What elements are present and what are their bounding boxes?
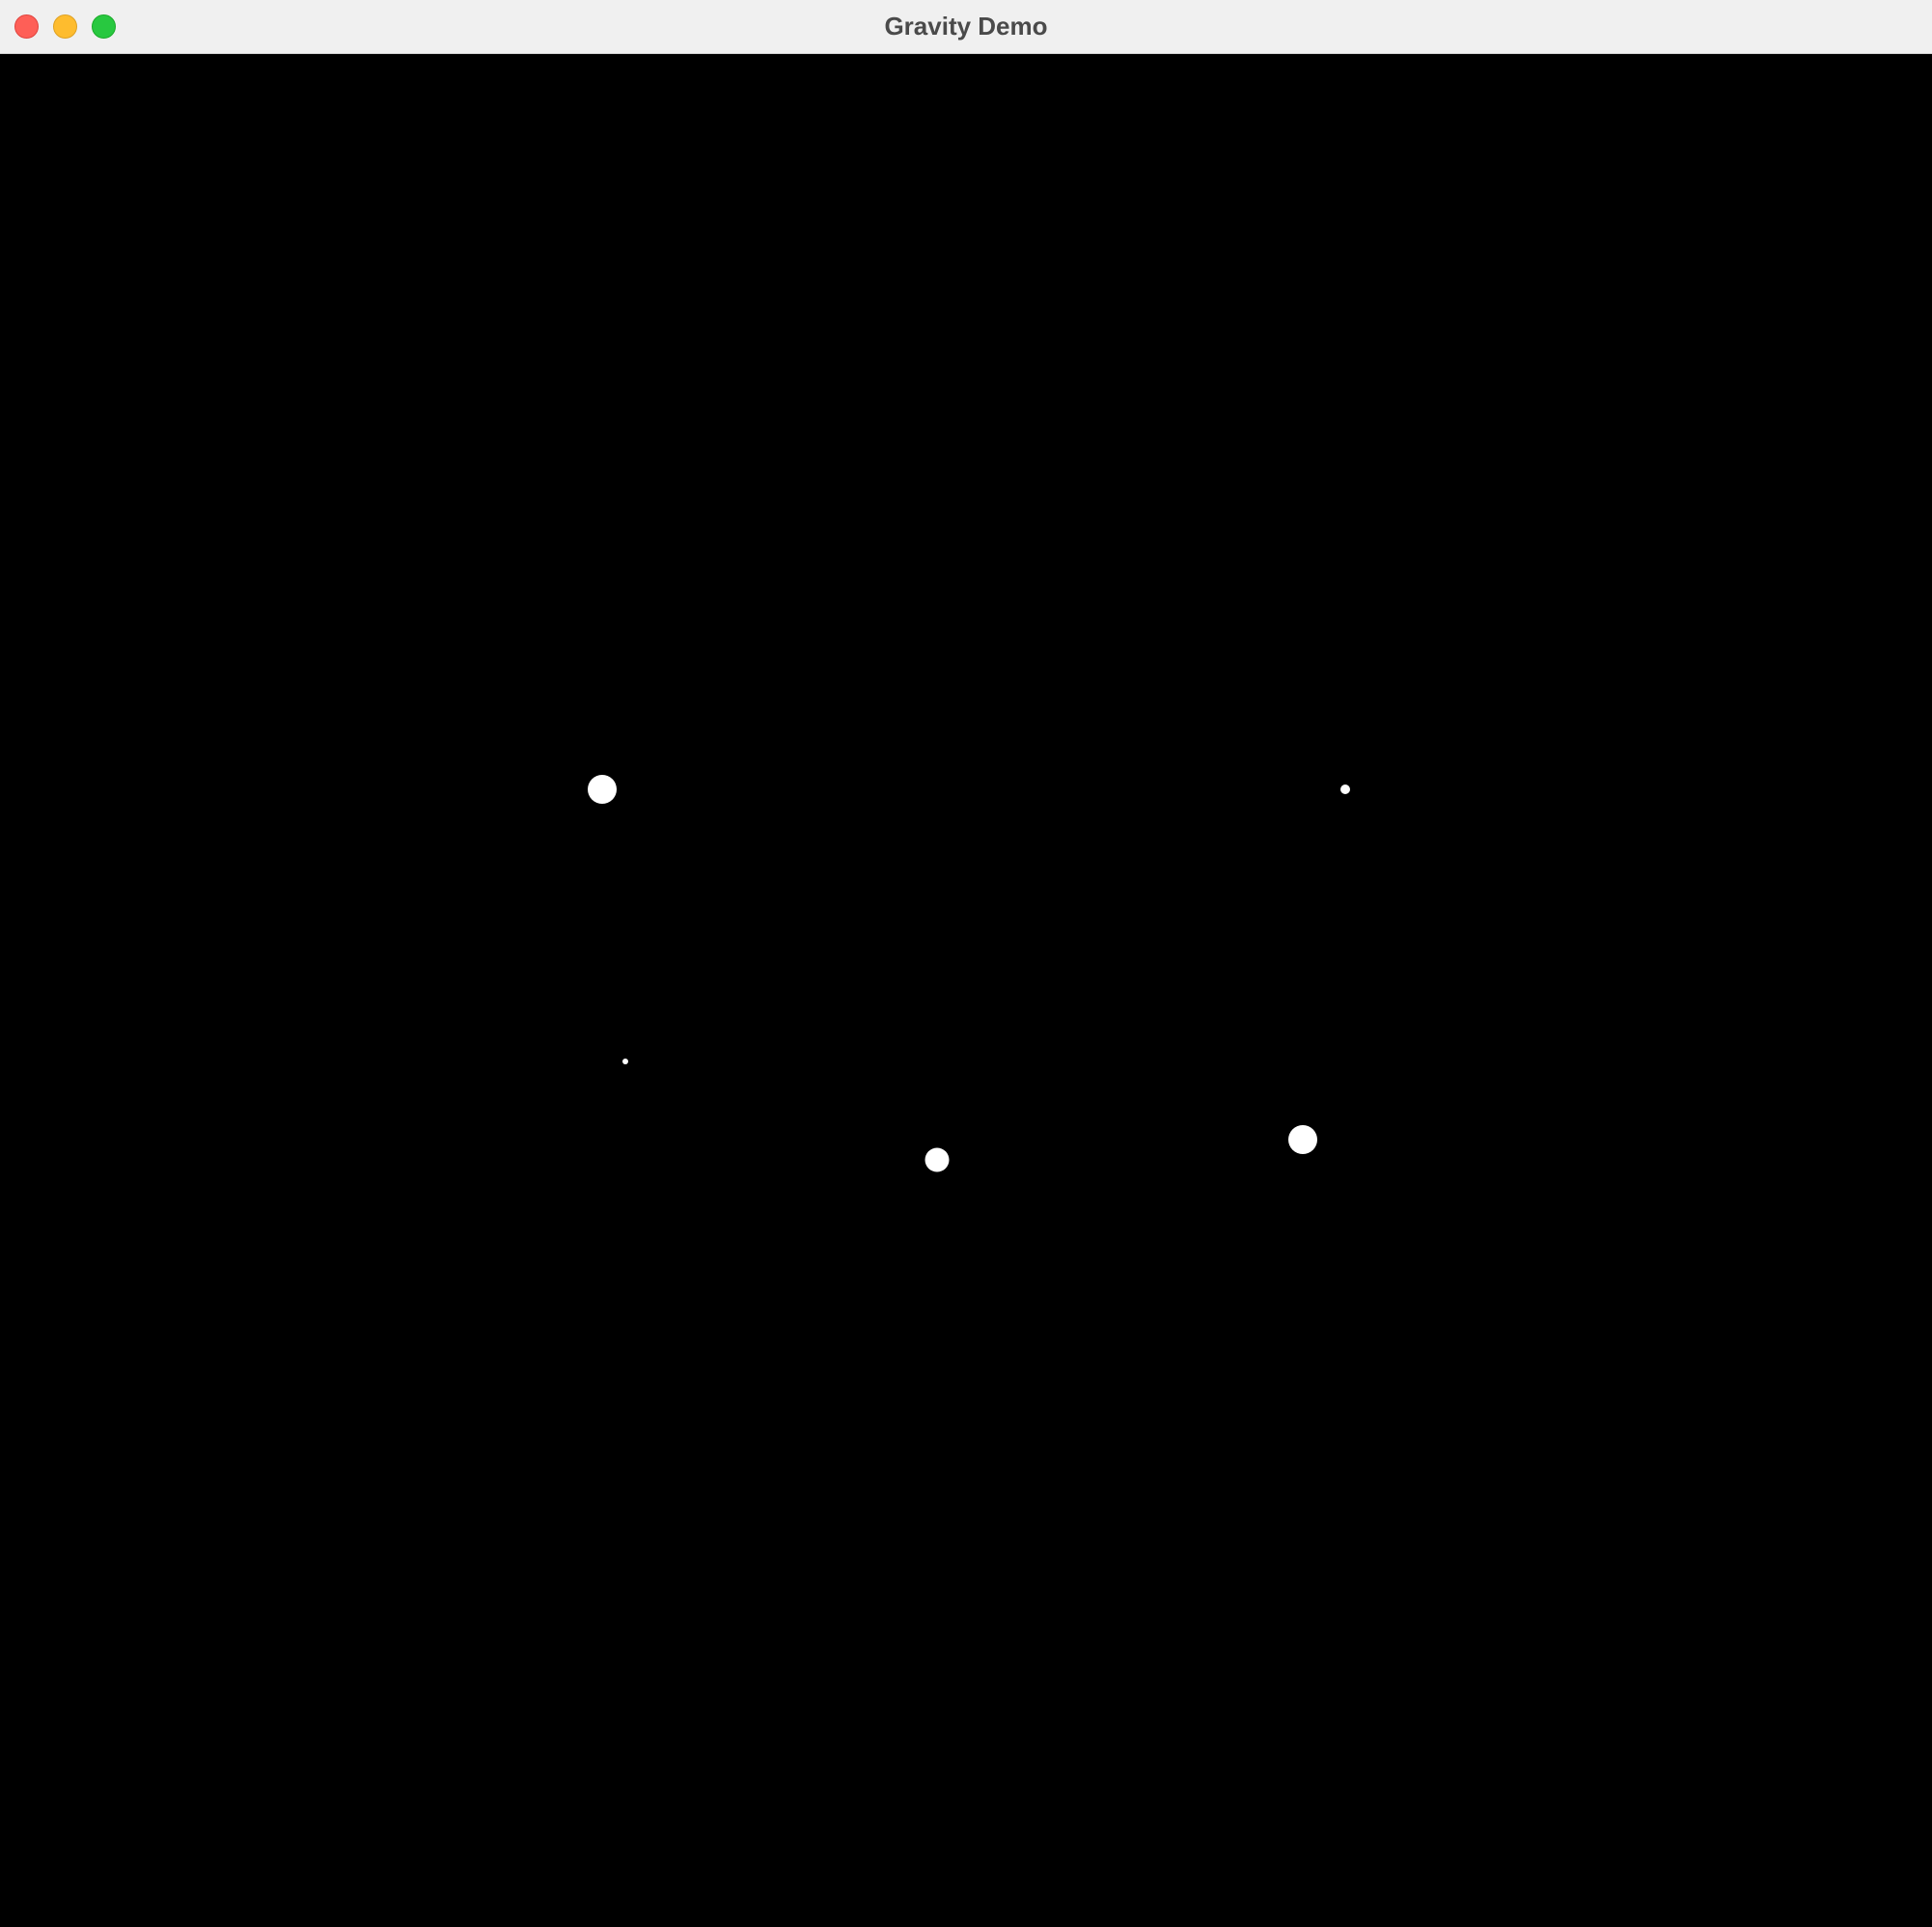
particle — [1288, 1125, 1317, 1154]
simulation-canvas[interactable] — [0, 54, 1932, 1927]
app-window: Gravity Demo — [0, 0, 1932, 1927]
particle — [622, 1059, 628, 1064]
title-bar[interactable]: Gravity Demo — [0, 0, 1932, 54]
particle — [1340, 785, 1350, 794]
particle-layer — [588, 775, 1350, 1172]
window-title: Gravity Demo — [884, 12, 1048, 41]
particle — [925, 1147, 950, 1172]
particle — [588, 775, 617, 804]
